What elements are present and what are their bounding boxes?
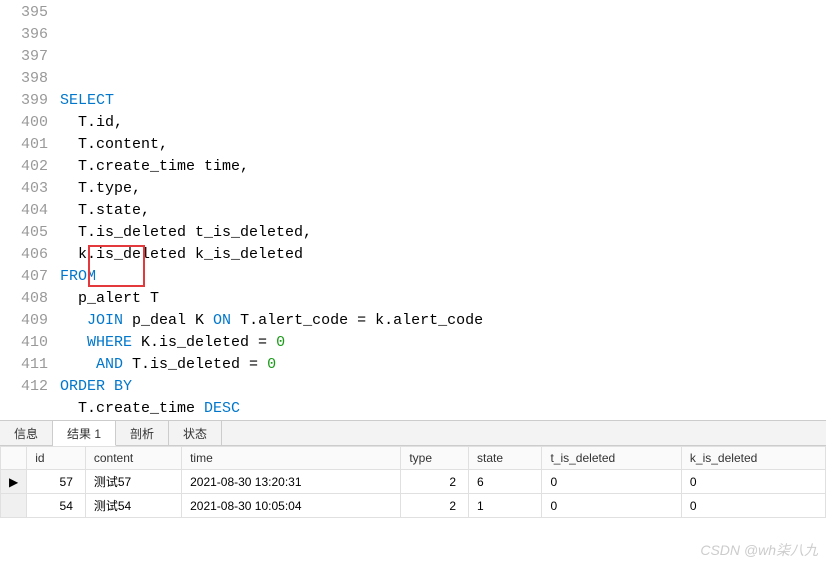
line-number: 410 — [0, 332, 48, 354]
table-cell[interactable]: 6 — [469, 470, 542, 494]
table-cell[interactable]: 测试57 — [85, 470, 181, 494]
code-line[interactable]: JOIN p_deal K ON T.alert_code = k.alert_… — [60, 310, 826, 332]
line-number: 401 — [0, 134, 48, 156]
line-number-gutter: 3953963973983994004014024034044054064074… — [0, 0, 60, 420]
code-line[interactable]: WHERE K.is_deleted = 0 — [60, 332, 826, 354]
line-number: 404 — [0, 200, 48, 222]
code-line[interactable]: T.is_deleted t_is_deleted, — [60, 222, 826, 244]
code-line[interactable]: SELECT — [60, 90, 826, 112]
table-cell[interactable]: 0 — [681, 470, 825, 494]
code-line[interactable]: T.content, — [60, 134, 826, 156]
line-number: 411 — [0, 354, 48, 376]
tab-analyze[interactable]: 剖析 — [116, 421, 169, 445]
code-line[interactable]: T.create_time DESC — [60, 398, 826, 420]
line-number: 409 — [0, 310, 48, 332]
table-header-row: idcontenttimetypestatet_is_deletedk_is_d… — [1, 447, 826, 470]
line-number: 406 — [0, 244, 48, 266]
result-tabs: 信息 结果 1 剖析 状态 — [0, 420, 826, 446]
line-number: 397 — [0, 46, 48, 68]
line-number: 398 — [0, 68, 48, 90]
line-number: 402 — [0, 156, 48, 178]
column-header[interactable]: type — [401, 447, 469, 470]
line-number: 400 — [0, 112, 48, 134]
code-line[interactable]: ORDER BY — [60, 376, 826, 398]
table-cell[interactable]: 测试54 — [85, 494, 181, 518]
code-line[interactable]: p_alert T — [60, 288, 826, 310]
line-number: 412 — [0, 376, 48, 398]
table-cell[interactable]: 2021-08-30 10:05:04 — [182, 494, 401, 518]
column-header[interactable]: state — [469, 447, 542, 470]
table-cell[interactable]: 2 — [401, 494, 469, 518]
table-cell[interactable]: 0 — [542, 494, 681, 518]
result-table[interactable]: idcontenttimetypestatet_is_deletedk_is_d… — [0, 446, 826, 518]
line-number: 399 — [0, 90, 48, 112]
code-line[interactable]: FROM — [60, 266, 826, 288]
code-line[interactable]: T.id, — [60, 112, 826, 134]
table-cell[interactable]: 0 — [681, 494, 825, 518]
column-header[interactable]: k_is_deleted — [681, 447, 825, 470]
column-header[interactable]: time — [182, 447, 401, 470]
table-cell[interactable]: 54 — [27, 494, 86, 518]
code-line[interactable]: k.is_deleted k_is_deleted — [60, 244, 826, 266]
line-number: 407 — [0, 266, 48, 288]
column-header[interactable]: content — [85, 447, 181, 470]
row-marker — [1, 494, 27, 518]
code-line[interactable]: T.create_time time, — [60, 156, 826, 178]
table-cell[interactable]: 0 — [542, 470, 681, 494]
tab-result-1[interactable]: 结果 1 — [53, 421, 116, 446]
row-marker: ▶ — [1, 470, 27, 494]
table-cell[interactable]: 2021-08-30 13:20:31 — [182, 470, 401, 494]
watermark: CSDN @wh柒八九 — [700, 540, 818, 560]
table-row[interactable]: ▶57测试572021-08-30 13:20:312600 — [1, 470, 826, 494]
tab-info[interactable]: 信息 — [0, 421, 53, 445]
code-editor[interactable]: 3953963973983994004014024034044054064074… — [0, 0, 826, 420]
line-number: 403 — [0, 178, 48, 200]
code-content[interactable]: SELECT T.id, T.content, T.create_time ti… — [60, 0, 826, 420]
line-number: 395 — [0, 2, 48, 24]
table-cell[interactable]: 2 — [401, 470, 469, 494]
line-number: 408 — [0, 288, 48, 310]
line-number: 396 — [0, 24, 48, 46]
row-marker-header — [1, 447, 27, 470]
line-number: 405 — [0, 222, 48, 244]
column-header[interactable]: t_is_deleted — [542, 447, 681, 470]
table-row[interactable]: 54测试542021-08-30 10:05:042100 — [1, 494, 826, 518]
table-cell[interactable]: 1 — [469, 494, 542, 518]
code-line[interactable]: T.state, — [60, 200, 826, 222]
column-header[interactable]: id — [27, 447, 86, 470]
code-line[interactable]: AND T.is_deleted = 0 — [60, 354, 826, 376]
table-cell[interactable]: 57 — [27, 470, 86, 494]
code-line[interactable]: T.type, — [60, 178, 826, 200]
tab-status[interactable]: 状态 — [169, 421, 222, 445]
code-line[interactable] — [60, 68, 826, 90]
